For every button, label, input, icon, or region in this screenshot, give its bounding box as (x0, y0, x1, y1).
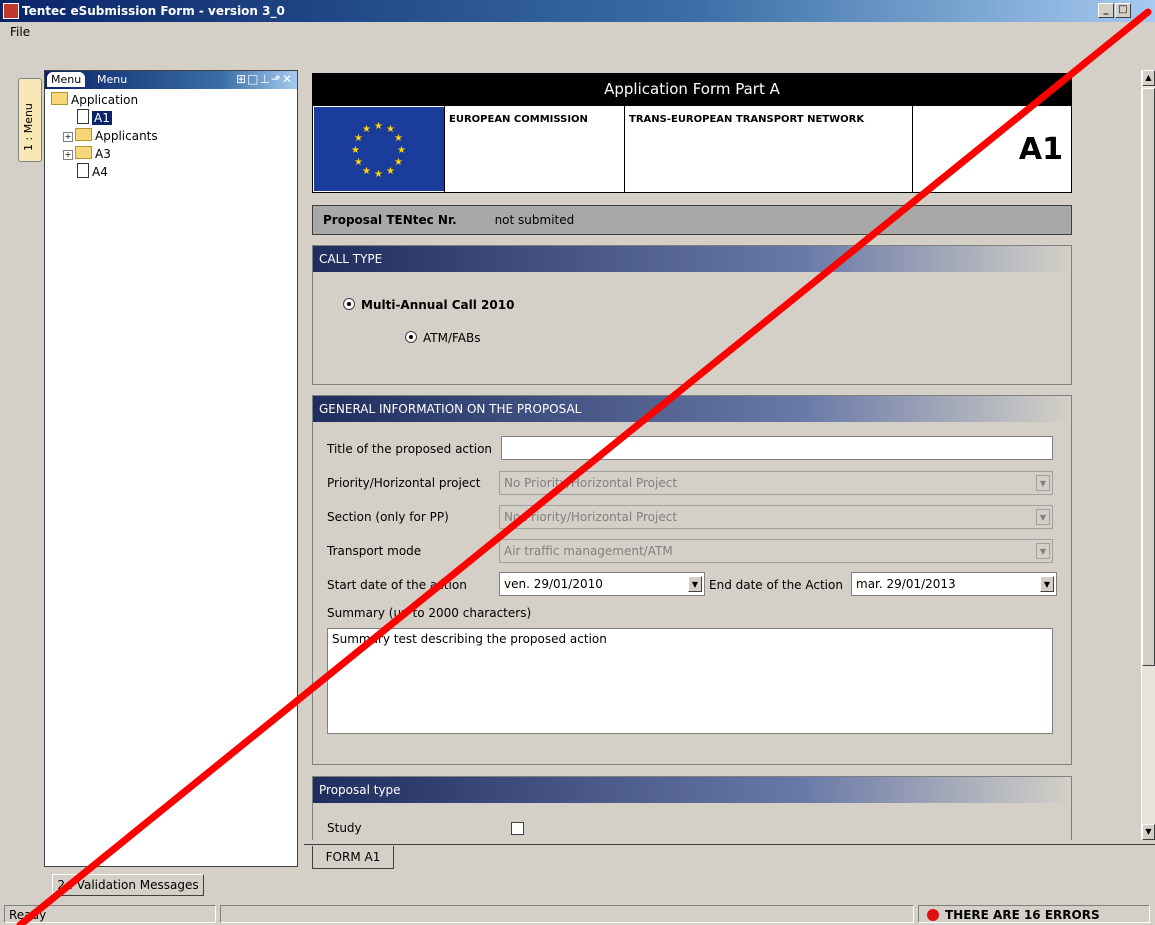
vertical-scrollbar[interactable]: ▲ ▼ (1141, 70, 1155, 840)
menubar: File (0, 22, 1155, 42)
document-icon (77, 163, 89, 178)
expand-icon[interactable]: + (63, 132, 73, 142)
end-date-label: End date of the Action (709, 578, 843, 592)
title-label: Title of the proposed action (327, 442, 493, 456)
form-content: Application Form Part A ★ ★ ★ ★ ★ ★ ★ ★ ★ ★ ★ ★ E… (304, 70, 1140, 840)
tree-node-a1[interactable]: A1 (77, 109, 112, 127)
document-icon (77, 109, 89, 124)
folder-icon (51, 92, 68, 105)
end-date-picker[interactable]: mar. 29/01/2013 ▼ (851, 572, 1057, 596)
error-dot-icon (927, 909, 939, 921)
form-code: A1 (1018, 132, 1063, 167)
radio-selected-icon (405, 331, 417, 343)
status-errors[interactable]: THERE ARE 16 ERRORS (918, 905, 1150, 923)
tree-node-a3[interactable]: + A3 (63, 145, 111, 163)
scroll-up-icon[interactable]: ▲ (1142, 70, 1155, 86)
svg-text:★: ★ (354, 157, 363, 168)
svg-text:★: ★ (374, 121, 383, 132)
chevron-down-icon[interactable]: ▼ (688, 576, 702, 592)
app-icon (3, 3, 19, 19)
svg-text:★: ★ (394, 157, 403, 168)
summary-label: Summary (up to 2000 characters) (327, 606, 532, 620)
svg-text:★: ★ (394, 133, 403, 144)
call-radio[interactable]: Multi-Annual Call 2010 (343, 298, 514, 312)
minimize-button[interactable]: _ (1098, 3, 1114, 18)
subcall-radio[interactable]: ATM/FABs (405, 331, 481, 345)
form-header-row: ★ ★ ★ ★ ★ ★ ★ ★ ★ ★ ★ ★ EUROPEAN COMMISSION TRANS… (312, 105, 1072, 193)
form-header: Application Form Part A ★ ★ ★ ★ ★ ★ ★ ★ ★ ★ ★ ★ E… (312, 73, 1072, 193)
radio-selected-icon (343, 298, 355, 310)
menu-header-label: Menu (97, 73, 128, 86)
general-info-panel: GENERAL INFORMATION ON THE PROPOSAL Titl… (312, 395, 1072, 765)
svg-text:★: ★ (351, 145, 360, 156)
file-menu[interactable]: File (10, 22, 30, 42)
svg-text:★: ★ (362, 124, 371, 135)
priority-label: Priority/Horizontal project (327, 476, 481, 490)
menu-side-tab[interactable]: 1 : Menu (18, 78, 42, 162)
chevron-down-icon: ▼ (1036, 509, 1050, 525)
window-titlebar: Tentec eSubmission Form - version 3_0 _ … (0, 0, 1155, 22)
transport-select[interactable]: Air traffic management/ATM ▼ (499, 539, 1053, 563)
tree-node-application[interactable]: Application (51, 91, 138, 109)
title-input[interactable] (501, 436, 1053, 460)
form-code-cell: A1 (912, 106, 1071, 192)
svg-text:★: ★ (362, 166, 371, 177)
chevron-down-icon: ▼ (1036, 543, 1050, 559)
tab-form-a1[interactable]: FORM A1 (312, 846, 394, 869)
section-select[interactable]: No Priority/Horizontal Project ▼ (499, 505, 1053, 529)
proposal-number-bar: Proposal TENtec Nr. not submited (312, 205, 1072, 235)
eu-flag-icon: ★ ★ ★ ★ ★ ★ ★ ★ ★ ★ ★ ★ (314, 107, 444, 191)
proposal-number-label: Proposal TENtec Nr. (323, 213, 457, 227)
validation-messages-button[interactable]: 2 : Validation Messages (52, 874, 204, 896)
panel-controls-icon[interactable]: ⊞□⊥⬏✕ (236, 71, 293, 88)
transport-label: Transport mode (327, 544, 422, 558)
menu-side-tab-label: 1 : Menu (22, 103, 35, 151)
menu-panel-header: Menu Menu ⊞□⊥⬏✕ (45, 71, 297, 89)
section-label: Section (only for PP) (327, 510, 449, 524)
scrollbar-thumb[interactable] (1142, 88, 1155, 666)
proposal-type-header: Proposal type (313, 777, 1071, 803)
status-ready: Ready (4, 905, 216, 923)
maximize-button[interactable]: □ (1115, 3, 1131, 18)
expand-icon[interactable]: + (63, 150, 73, 160)
proposal-type-panel: Proposal type Study (312, 776, 1072, 840)
status-middle (220, 905, 914, 923)
tab-separator (304, 844, 1155, 845)
scroll-down-icon[interactable]: ▼ (1142, 824, 1155, 840)
tent-label: TRANS-EUROPEAN TRANSPORT NETWORK (624, 106, 912, 192)
status-bar: Ready THERE ARE 16 ERRORS (0, 903, 1155, 925)
menu-panel: Menu Menu ⊞□⊥⬏✕ Application A1 + Applican… (44, 70, 298, 867)
summary-textarea[interactable]: Summary test describing the proposed act… (327, 628, 1053, 734)
chevron-down-icon: ▼ (1036, 475, 1050, 491)
window-title: Tentec eSubmission Form - version 3_0 (22, 4, 285, 18)
call-type-panel: CALL TYPE Multi-Annual Call 2010 ATM/FAB… (312, 245, 1072, 385)
folder-icon (75, 146, 92, 159)
menu-tab[interactable]: Menu (47, 72, 86, 87)
form-title: Application Form Part A (312, 73, 1072, 105)
general-info-header: GENERAL INFORMATION ON THE PROPOSAL (313, 396, 1071, 422)
priority-select[interactable]: No Priority/Horizontal Project ▼ (499, 471, 1053, 495)
start-date-picker[interactable]: ven. 29/01/2010 ▼ (499, 572, 705, 596)
tree-node-a4[interactable]: A4 (77, 163, 108, 181)
svg-text:★: ★ (386, 166, 395, 177)
folder-icon (75, 128, 92, 141)
svg-text:★: ★ (397, 145, 406, 156)
proposal-number-value: not submited (494, 213, 575, 227)
tree-node-applicants[interactable]: + Applicants (63, 127, 158, 145)
svg-text:★: ★ (374, 169, 383, 180)
chevron-down-icon[interactable]: ▼ (1040, 576, 1054, 592)
start-date-label: Start date of the action (327, 578, 467, 592)
study-checkbox[interactable] (511, 822, 524, 835)
study-label: Study (327, 821, 362, 835)
call-type-header: CALL TYPE (313, 246, 1071, 272)
ec-label: EUROPEAN COMMISSION (444, 106, 624, 192)
